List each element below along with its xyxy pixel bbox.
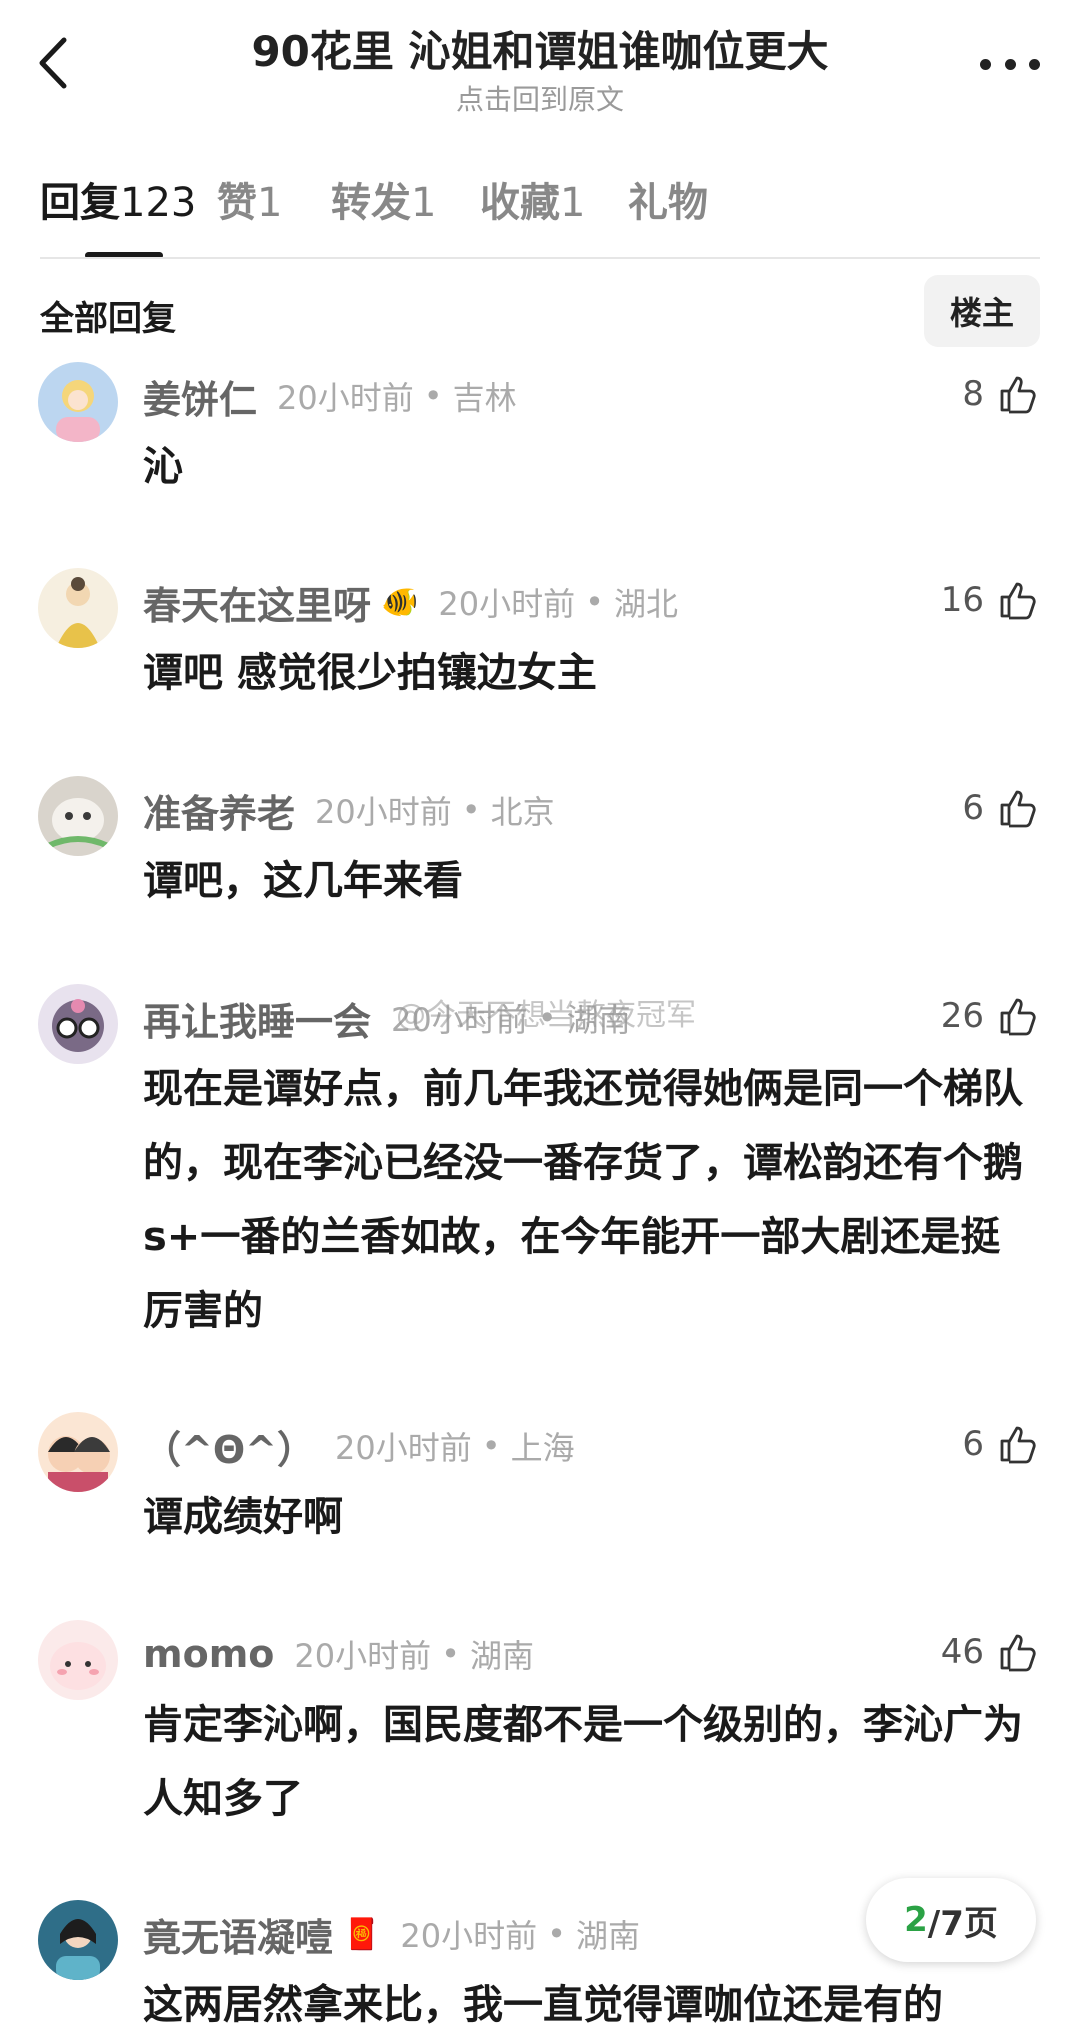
like-count: 6: [962, 788, 984, 828]
comment-meta: （^Θ^） 20小时前 • 上海: [143, 1418, 575, 1474]
like-button[interactable]: 46: [941, 1624, 1040, 1680]
like-count: 26: [940, 996, 984, 1036]
like-button[interactable]: 6: [962, 1416, 1040, 1472]
comment-text: 现在是谭好点，前几年我还觉得她俩是同一个梯队的，现在李沁已经没一番存货了，谭松韵…: [143, 1066, 1023, 1334]
location: 上海: [510, 1429, 575, 1467]
separator-dot: •: [547, 1915, 566, 1953]
separator-dot: •: [441, 1635, 461, 1673]
like-count: 16: [940, 580, 984, 620]
username[interactable]: 姜饼仁: [143, 369, 257, 424]
post-title: 90花里 沁姐和谭姐谁咖位更大: [251, 27, 829, 76]
back-to-original-link[interactable]: 点击回到原文: [140, 78, 940, 118]
op-only-filter-button[interactable]: 楼主: [924, 275, 1040, 347]
tab-bar: 回复123 赞1 转发1 收藏1 礼物: [40, 170, 1040, 260]
tab-count: 1: [560, 180, 586, 226]
avatar[interactable]: [38, 984, 118, 1064]
replies-section-header: 全部回复 楼主: [40, 275, 1040, 355]
timestamp: 20小时前: [294, 1637, 432, 1675]
avatar[interactable]: [38, 362, 118, 442]
tab-likes[interactable]: 赞1: [217, 170, 282, 228]
comment-meta: 竟无语凝噎 🧧 20小时前 • 湖南: [143, 1906, 640, 1962]
tab-label: 回复: [40, 180, 120, 226]
tab-gifts[interactable]: 礼物: [628, 170, 708, 228]
thumbs-up-icon: [1000, 582, 1036, 620]
separator-dot: •: [423, 377, 443, 415]
thumbs-up-icon: [1000, 1426, 1036, 1464]
separator-dot: •: [481, 1427, 501, 1465]
location: 湖南: [575, 1917, 640, 1955]
comment-meta: 姜饼仁 20小时前 • 吉林: [143, 368, 517, 424]
top-bar: 90花里 沁姐和谭姐谁咖位更大 点击回到原文: [0, 0, 1080, 130]
total-pages: /7页: [927, 1903, 998, 1944]
current-page: 2: [904, 1900, 928, 1940]
fish-badge-icon: 🐠: [381, 584, 419, 620]
tab-label: 礼物: [628, 180, 708, 226]
comment-text: 谭吧 感觉很少拍镶边女主: [143, 650, 597, 696]
comment-meta: 准备养老 20小时前 • 北京: [143, 782, 555, 838]
thumbs-up-icon: [1000, 376, 1036, 414]
comment-text: 谭吧，这几年来看: [143, 858, 463, 904]
like-button[interactable]: 8: [962, 366, 1040, 422]
more-dot-icon: [1029, 58, 1040, 70]
thumbs-up-icon: [1000, 790, 1036, 828]
timestamp: 20小时前: [400, 1917, 538, 1955]
comment-text: 肯定李沁啊，国民度都不是一个级别的，李沁广为人知多了: [143, 1702, 1023, 1822]
back-button[interactable]: [30, 28, 80, 98]
comment-meta: momo 20小时前 • 湖南: [143, 1626, 534, 1682]
tab-divider: [40, 257, 1040, 259]
timestamp: 20小时前: [315, 793, 452, 831]
location: 吉林: [452, 379, 517, 417]
avatar[interactable]: [38, 776, 118, 856]
location: 北京: [490, 793, 555, 831]
like-count: 8: [962, 374, 984, 414]
weibo-watermark: @今天不想当熬夜冠军: [396, 998, 696, 1033]
like-button[interactable]: 16: [941, 572, 1040, 628]
comment-meta: 春天在这里呀 🐠 20小时前 • 湖北: [143, 574, 678, 630]
red-envelope-badge-icon: 🧧: [343, 1916, 381, 1952]
separator-dot: •: [585, 583, 604, 621]
username[interactable]: 准备养老: [143, 783, 295, 838]
tab-favorites[interactable]: 收藏1: [480, 170, 585, 228]
page-indicator-button[interactable]: 2/7页: [866, 1878, 1036, 1962]
tab-label: 收藏: [480, 180, 560, 226]
separator-dot: •: [461, 791, 481, 829]
username[interactable]: 再让我睡一会: [143, 991, 371, 1046]
username[interactable]: （^Θ^）: [143, 1419, 315, 1474]
more-dot-icon: [1004, 58, 1016, 70]
tab-label: 赞: [217, 180, 257, 226]
like-count: 46: [940, 1632, 984, 1672]
tab-reposts[interactable]: 转发1: [331, 170, 436, 228]
timestamp: 20小时前: [438, 585, 576, 623]
timestamp: 20小时前: [277, 379, 414, 417]
tab-count: 1: [257, 180, 283, 226]
tab-replies[interactable]: 回复123: [40, 170, 196, 228]
username[interactable]: 春天在这里呀: [143, 575, 371, 630]
location: 湖南: [470, 1637, 535, 1675]
back-arrow-icon: [39, 37, 67, 89]
avatar[interactable]: [38, 568, 118, 648]
thumbs-up-icon: [1000, 1634, 1036, 1672]
like-button[interactable]: 6: [962, 780, 1040, 836]
comment-text: 沁: [143, 444, 183, 490]
tab-label: 转发: [331, 180, 411, 226]
username[interactable]: 竟无语凝噎: [143, 1907, 333, 1962]
more-dot-icon: [980, 58, 991, 70]
comment-text: 谭成绩好啊: [143, 1494, 343, 1540]
location: 湖北: [613, 585, 678, 623]
thumbs-up-icon: [1000, 998, 1036, 1036]
section-title: 全部回复: [40, 299, 176, 339]
avatar[interactable]: [38, 1620, 118, 1700]
comment-text: 这两居然拿来比，我一直觉得谭咖位还是有的: [143, 1982, 943, 2028]
like-button[interactable]: 26: [941, 988, 1040, 1044]
tab-count: 123: [120, 180, 197, 226]
avatar[interactable]: [38, 1412, 118, 1492]
more-options-button[interactable]: [980, 52, 1040, 76]
tab-count: 1: [411, 180, 437, 226]
username[interactable]: momo: [143, 1632, 274, 1676]
avatar[interactable]: [38, 1900, 118, 1980]
timestamp: 20小时前: [334, 1429, 472, 1467]
like-count: 6: [962, 1424, 984, 1464]
